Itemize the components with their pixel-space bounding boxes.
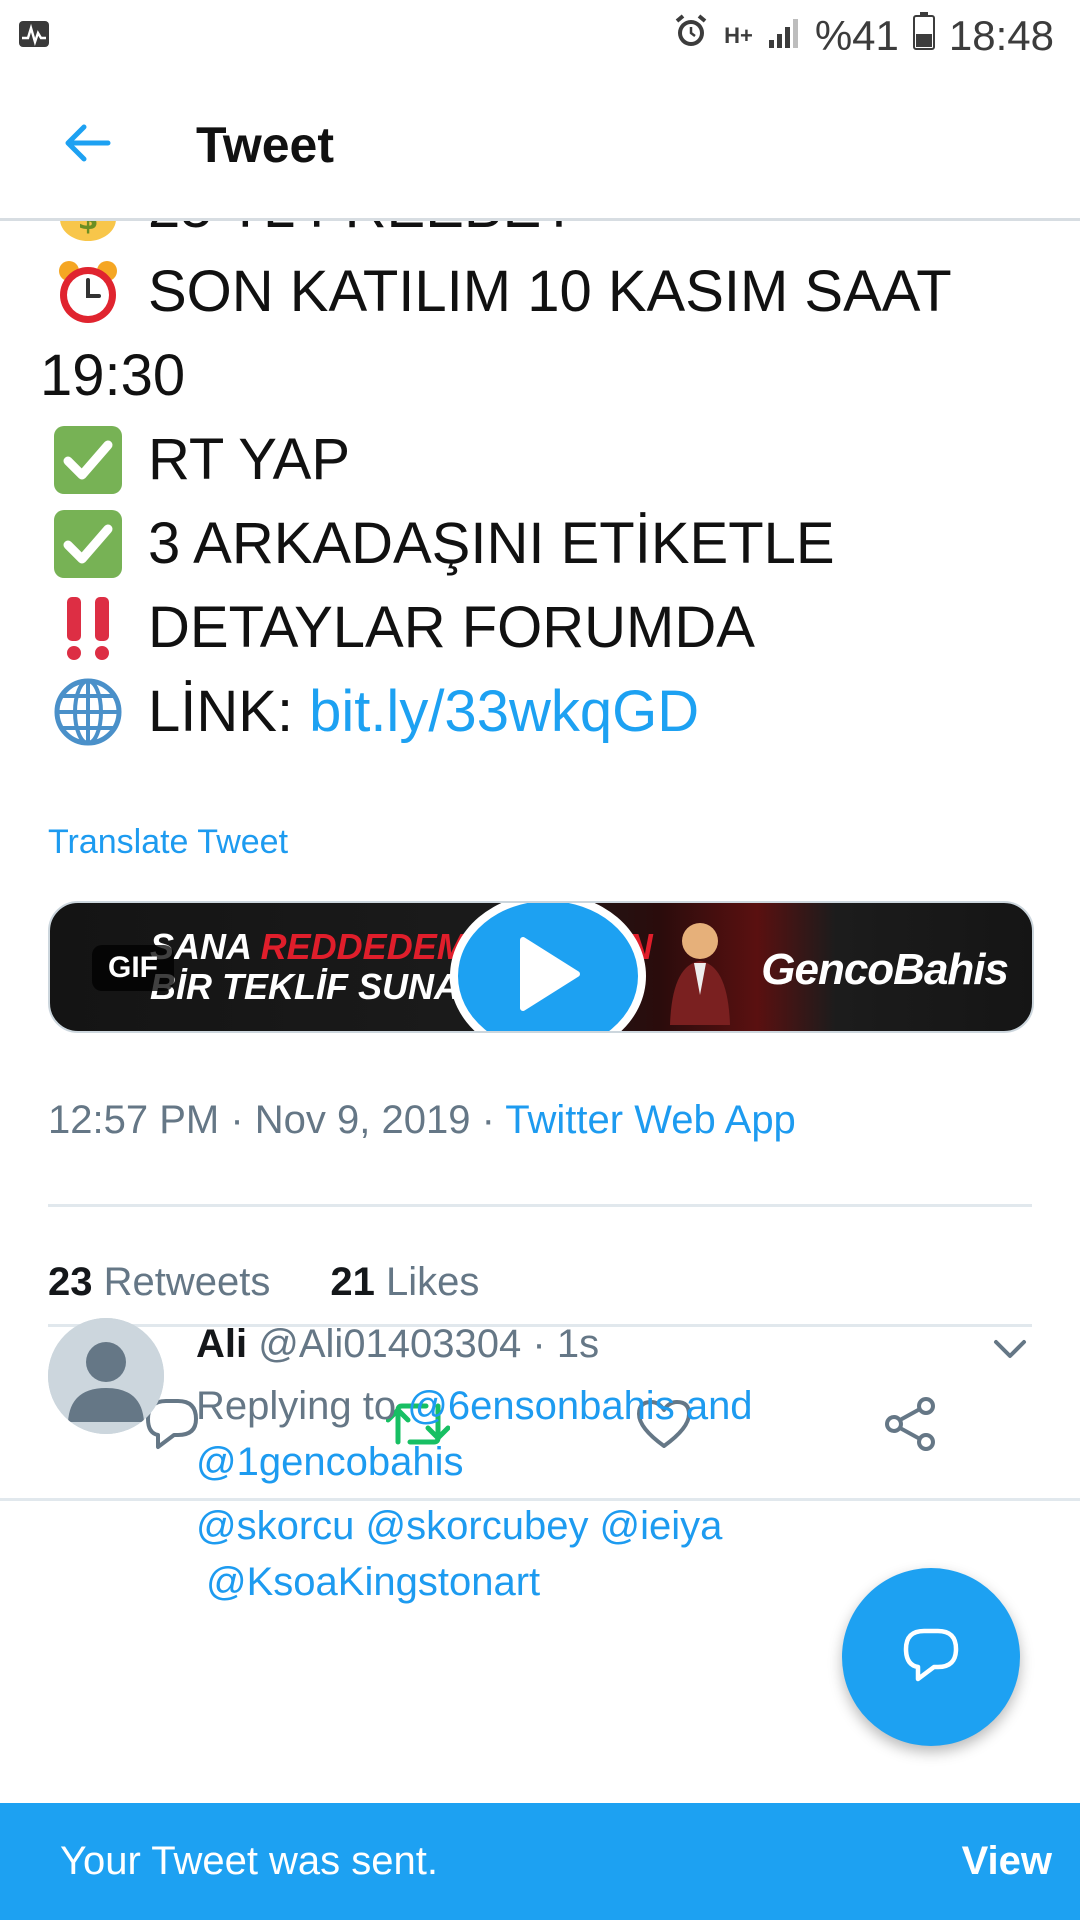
tweet-stats: 23 Retweets 21 Likes xyxy=(48,1260,479,1305)
gif-badge: GIF xyxy=(92,945,174,991)
mention-line[interactable]: @KsoaKingstonart xyxy=(206,1554,896,1610)
play-button[interactable] xyxy=(450,903,646,1031)
toast-message: Your Tweet was sent. xyxy=(60,1839,439,1883)
back-button[interactable] xyxy=(42,100,132,190)
page-title: Tweet xyxy=(196,117,334,173)
reply-time: · 1s xyxy=(532,1322,600,1366)
likes-stat[interactable]: 21 Likes xyxy=(330,1260,479,1305)
money-bag-icon: $ xyxy=(48,218,128,248)
activity-monitor-icon xyxy=(18,20,50,53)
avatar[interactable] xyxy=(48,1318,164,1434)
signal-icon xyxy=(767,12,801,60)
translate-tweet-link[interactable]: Translate Tweet xyxy=(48,823,288,862)
tweet-source-link[interactable]: Twitter Web App xyxy=(505,1098,796,1142)
mention-link[interactable]: @6ensonbahis xyxy=(407,1384,674,1428)
tweet-meta: 12:57 PM · Nov 9, 2019 · Twitter Web App xyxy=(48,1098,796,1142)
alarm-icon xyxy=(672,12,710,60)
tweet-text: $ 25 TL FREEBET SON KATILIM 10 KASIM SAA… xyxy=(40,218,1048,754)
share-icon xyxy=(882,1396,938,1457)
reply-author-name[interactable]: Ali xyxy=(196,1322,247,1366)
arrow-left-icon xyxy=(62,123,112,168)
tweet-line: 19:30 xyxy=(40,343,186,408)
brand-logo: GencoBahis xyxy=(761,945,1009,994)
mafia-character-illustration xyxy=(670,923,730,1025)
network-type: H+ xyxy=(724,23,753,48)
check-box-icon xyxy=(48,420,128,500)
divider xyxy=(48,1204,1032,1207)
tweet-link[interactable]: bit.ly/33wkqGD xyxy=(309,670,699,754)
tweet-line: RT YAP xyxy=(48,418,1048,502)
mention-line[interactable]: @skorcu @skorcubey @ieiya xyxy=(196,1498,896,1554)
reply-author-handle[interactable]: @Ali01403304 xyxy=(258,1322,521,1366)
globe-icon xyxy=(48,672,128,752)
status-bar: H+ %41 18:48 xyxy=(0,0,1080,72)
share-button[interactable] xyxy=(870,1386,950,1466)
chevron-down-icon[interactable] xyxy=(990,1330,1030,1370)
play-icon xyxy=(513,934,583,1019)
battery-icon xyxy=(912,12,935,60)
double-exclamation-icon xyxy=(48,588,128,668)
app-bar: Tweet xyxy=(0,72,1080,221)
alarm-clock-icon xyxy=(48,252,128,332)
toast: Your Tweet was sent. View xyxy=(0,1803,1080,1920)
tweet-line: 3 ARKADAŞINI ETİKETLE xyxy=(48,502,1048,586)
tweet-line: SON KATILIM 10 KASIM SAAT xyxy=(48,250,1048,334)
tweet-line: $ 25 TL FREEBET xyxy=(48,218,1048,250)
gif-media[interactable]: SANA REDDEDEMEYECEĞİN BİR TEKLİF SUNACAĞ… xyxy=(48,901,1034,1033)
reply-bubble-icon xyxy=(902,1627,960,1688)
reply-text: @skorcu @skorcubey @ieiya @KsoaKingstona… xyxy=(196,1498,896,1610)
clock: 18:48 xyxy=(948,12,1054,59)
tweet-line: DETAYLAR FORUMDA xyxy=(48,586,1048,670)
mention-link[interactable]: @1gencobahis xyxy=(196,1440,463,1484)
reply-header: Ali @Ali01403304 · 1s xyxy=(196,1322,599,1367)
compose-reply-button[interactable] xyxy=(842,1568,1020,1746)
tweet-timestamp: 12:57 PM · Nov 9, 2019 xyxy=(48,1098,471,1142)
check-box-icon xyxy=(48,504,128,584)
battery-percent: %41 xyxy=(814,12,899,59)
retweets-stat[interactable]: 23 Retweets xyxy=(48,1260,270,1305)
tweet-line: LİNK: bit.ly/33wkqGD xyxy=(48,670,1048,754)
replying-to: Replying to @6ensonbahis and @1gencobahi… xyxy=(196,1384,753,1484)
toast-view-button[interactable]: View xyxy=(962,1839,1052,1884)
